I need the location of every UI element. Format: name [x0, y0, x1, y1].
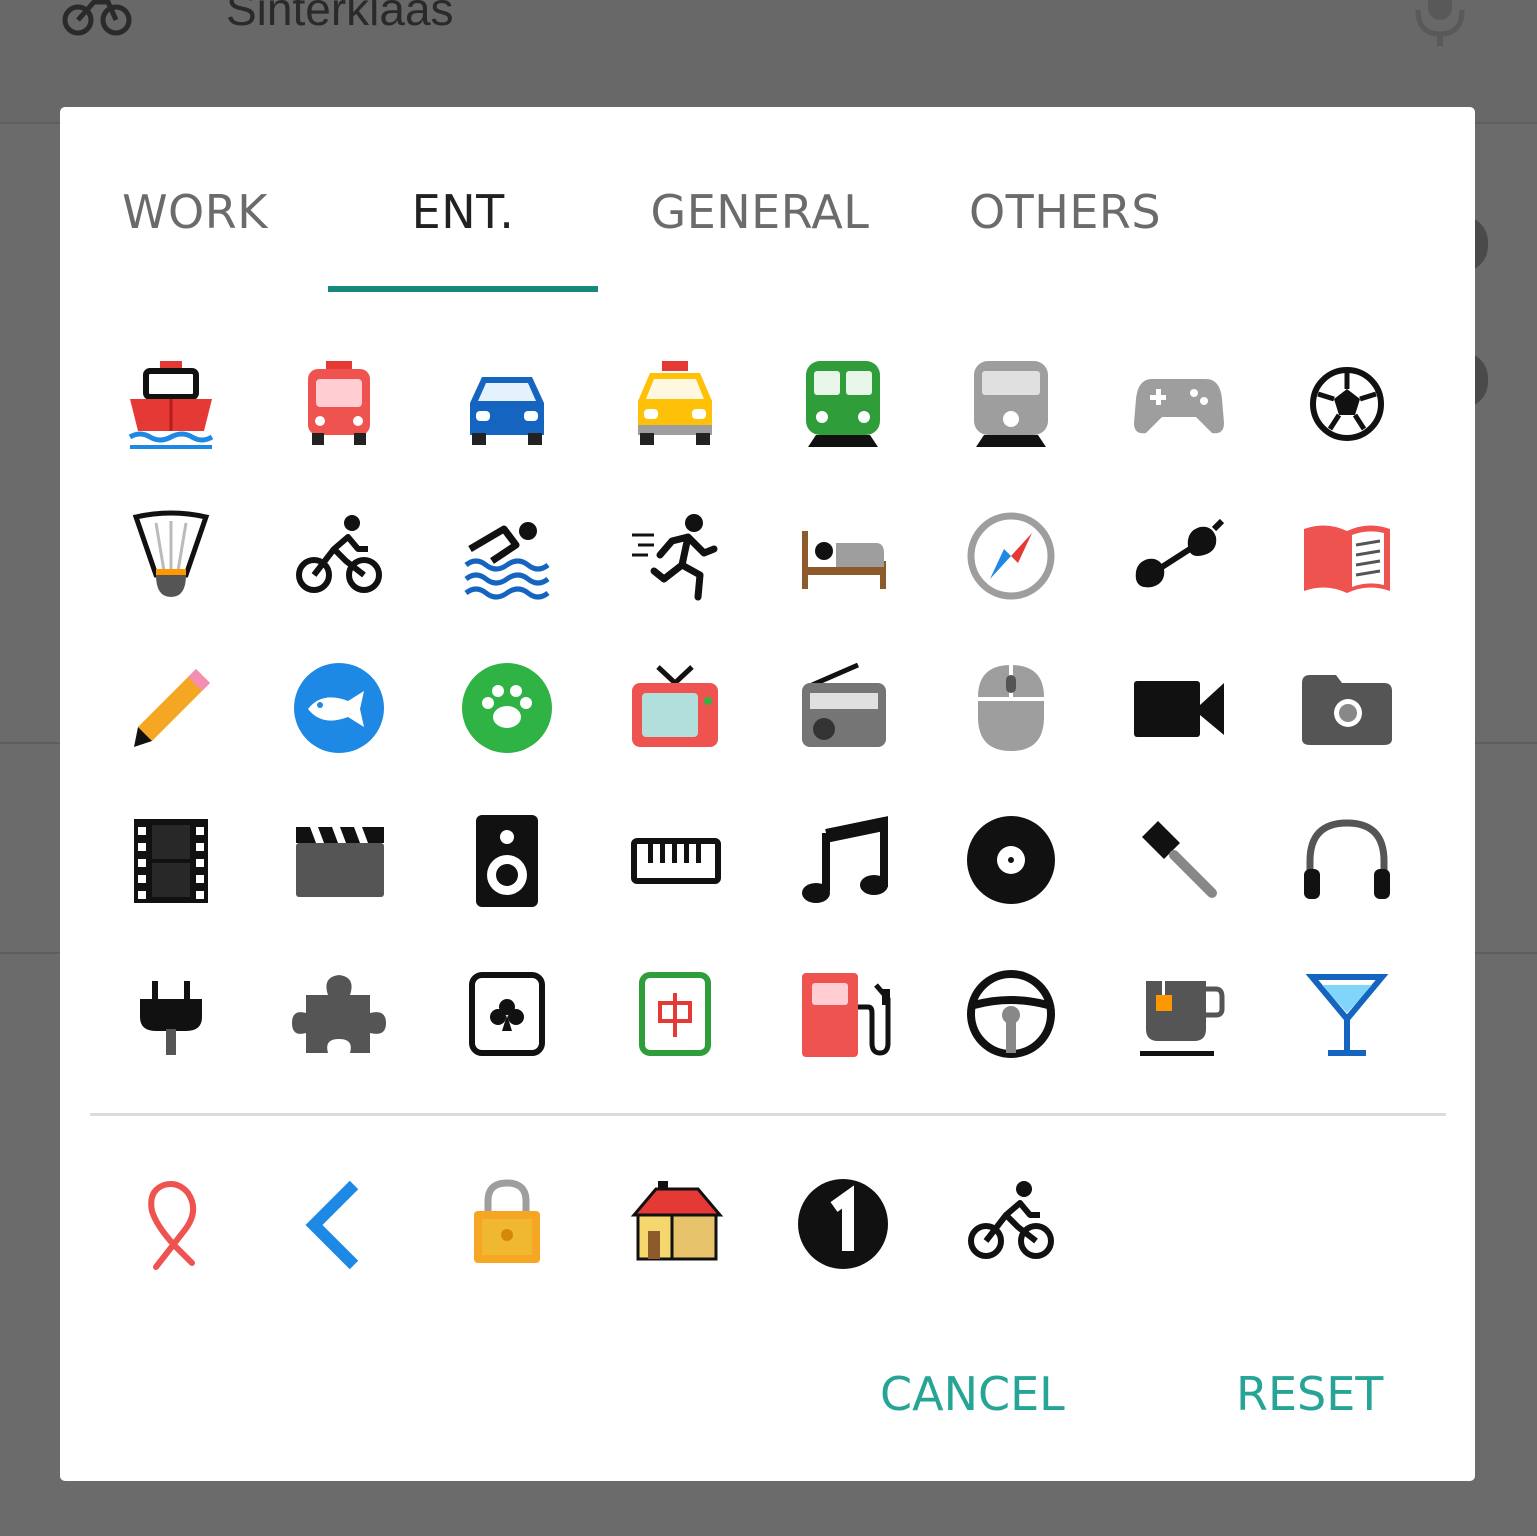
- clapperboard-icon[interactable]: [284, 805, 394, 915]
- fish-icon[interactable]: [284, 653, 394, 763]
- cyclist-icon[interactable]: [284, 501, 394, 611]
- number-one-icon[interactable]: [788, 1167, 898, 1277]
- radio-icon[interactable]: [788, 653, 898, 763]
- icon-picker-dialog: WORK ENT. GENERAL OTHERS CANCEL RESET: [60, 107, 1475, 1481]
- background-toolbar: Sinterklaas: [0, 0, 1537, 124]
- microphone-icon: [1415, 0, 1465, 46]
- cocktail-glass-icon[interactable]: [1292, 959, 1402, 1069]
- taxi-icon[interactable]: [620, 349, 730, 459]
- keyboard-icon[interactable]: [620, 805, 730, 915]
- open-book-icon[interactable]: [1292, 501, 1402, 611]
- swimmer-icon[interactable]: [452, 501, 562, 611]
- padlock-icon[interactable]: [452, 1167, 562, 1277]
- cancel-button[interactable]: CANCEL: [880, 1359, 1065, 1429]
- gamepad-icon[interactable]: [1124, 349, 1234, 459]
- plug-icon[interactable]: [116, 959, 226, 1069]
- cyclist-icon[interactable]: [956, 1167, 1066, 1277]
- puzzle-piece-icon[interactable]: [284, 959, 394, 1069]
- car-icon[interactable]: [452, 349, 562, 459]
- paw-icon[interactable]: [452, 653, 562, 763]
- microphone-icon[interactable]: [1124, 805, 1234, 915]
- pencil-icon[interactable]: [116, 653, 226, 763]
- reset-button[interactable]: RESET: [1236, 1359, 1383, 1429]
- steering-wheel-icon[interactable]: [956, 959, 1066, 1069]
- video-camera-icon[interactable]: [1124, 653, 1234, 763]
- compass-icon[interactable]: [956, 501, 1066, 611]
- tea-cup-icon[interactable]: [1124, 959, 1234, 1069]
- runner-icon[interactable]: [620, 501, 730, 611]
- recent-icons-divider: [90, 1113, 1446, 1116]
- bus-icon[interactable]: [284, 349, 394, 459]
- house-icon[interactable]: [620, 1167, 730, 1277]
- mahjong-tile-icon[interactable]: [620, 959, 730, 1069]
- chevron-left-icon[interactable]: [284, 1167, 394, 1277]
- mouse-icon[interactable]: [956, 653, 1066, 763]
- tab-general[interactable]: GENERAL: [630, 167, 890, 257]
- tab-work[interactable]: WORK: [90, 167, 300, 257]
- bicycle-icon: [62, 0, 132, 36]
- vinyl-record-icon[interactable]: [956, 805, 1066, 915]
- shuttlecock-icon[interactable]: [116, 501, 226, 611]
- tab-others[interactable]: OTHERS: [940, 167, 1190, 257]
- speaker-icon[interactable]: [452, 805, 562, 915]
- metro-icon[interactable]: [956, 349, 1066, 459]
- tv-icon[interactable]: [620, 653, 730, 763]
- soccer-ball-icon[interactable]: [1292, 349, 1402, 459]
- music-note-icon[interactable]: [788, 805, 898, 915]
- ribbon-icon[interactable]: [116, 1167, 226, 1277]
- train-icon[interactable]: [788, 349, 898, 459]
- headphones-icon[interactable]: [1292, 805, 1402, 915]
- background-title: Sinterklaas: [226, 0, 454, 35]
- sunglasses-icon[interactable]: [1124, 501, 1234, 611]
- fuel-pump-icon[interactable]: [788, 959, 898, 1069]
- tab-ent[interactable]: ENT.: [328, 167, 598, 257]
- film-strip-icon[interactable]: [116, 805, 226, 915]
- bed-icon[interactable]: [788, 501, 898, 611]
- card-club-icon[interactable]: [452, 959, 562, 1069]
- active-tab-indicator: [328, 286, 598, 292]
- camera-icon[interactable]: [1292, 653, 1402, 763]
- ship-icon[interactable]: [116, 349, 226, 459]
